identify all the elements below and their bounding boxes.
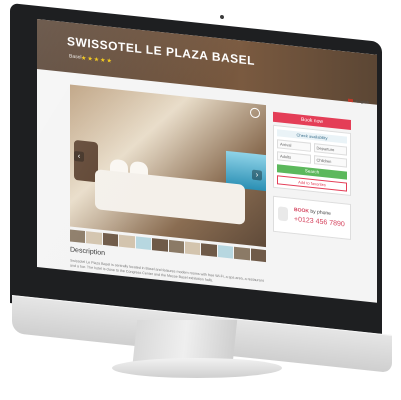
arrival-field[interactable]: Arrival [277, 139, 311, 152]
gallery-thumbnail[interactable] [152, 238, 168, 252]
adults-field[interactable]: Adults [277, 151, 311, 164]
gallery-thumbnail[interactable] [201, 243, 217, 257]
bed-image [95, 169, 245, 225]
zoom-icon[interactable] [250, 107, 260, 119]
phone-booking-card: BOOK by phone +0123 456 7890 [273, 195, 351, 241]
booking-sidebar: Book now Check availability Arrival Depa… [273, 111, 351, 241]
language-switch[interactable]: English [347, 98, 369, 105]
phone-icon [278, 206, 288, 222]
availability-panel: Check availability Arrival Departure Adu… [273, 124, 351, 197]
gallery-thumbnail[interactable] [135, 236, 152, 250]
star-rating: ★★★★★ [81, 55, 113, 65]
hotel-location: Basel [69, 53, 82, 61]
camera-dot [220, 14, 224, 20]
gallery-thumbnail[interactable] [119, 234, 135, 249]
monitor-stand [132, 320, 238, 362]
phone-label: BOOK by phone [294, 207, 331, 217]
phone-label-prefix: BOOK [294, 207, 309, 215]
website-screen: SWISSOTEL LE PLAZA BASEL Basel ★★★★★ Eng… [37, 19, 377, 303]
phone-label-suffix: by phone [309, 208, 331, 217]
gallery-thumbnail[interactable] [234, 246, 250, 261]
language-label: English [355, 98, 369, 105]
gallery-thumbnail[interactable] [168, 239, 184, 254]
description-title: Description [70, 246, 106, 258]
imac-monitor: SWISSOTEL LE PLAZA BASEL Basel ★★★★★ Eng… [10, 3, 392, 373]
children-field[interactable]: Children [313, 155, 347, 168]
gallery-prev-button[interactable]: ‹ [74, 150, 84, 162]
gallery-thumbnail[interactable] [70, 229, 86, 244]
gallery-thumbnail[interactable] [86, 231, 102, 245]
gallery-next-button[interactable]: › [252, 169, 262, 181]
gallery-thumbnail[interactable] [250, 248, 267, 263]
monitor-base [112, 358, 282, 378]
departure-field[interactable]: Departure [313, 143, 347, 156]
gallery-thumbnail[interactable] [184, 241, 201, 256]
gallery-thumbnail[interactable] [217, 245, 234, 259]
phone-number[interactable]: +0123 456 7890 [294, 216, 345, 228]
flag-icon [347, 99, 353, 103]
photo-gallery[interactable]: ‹ › [70, 84, 266, 248]
gallery-thumbnail[interactable] [102, 232, 119, 247]
